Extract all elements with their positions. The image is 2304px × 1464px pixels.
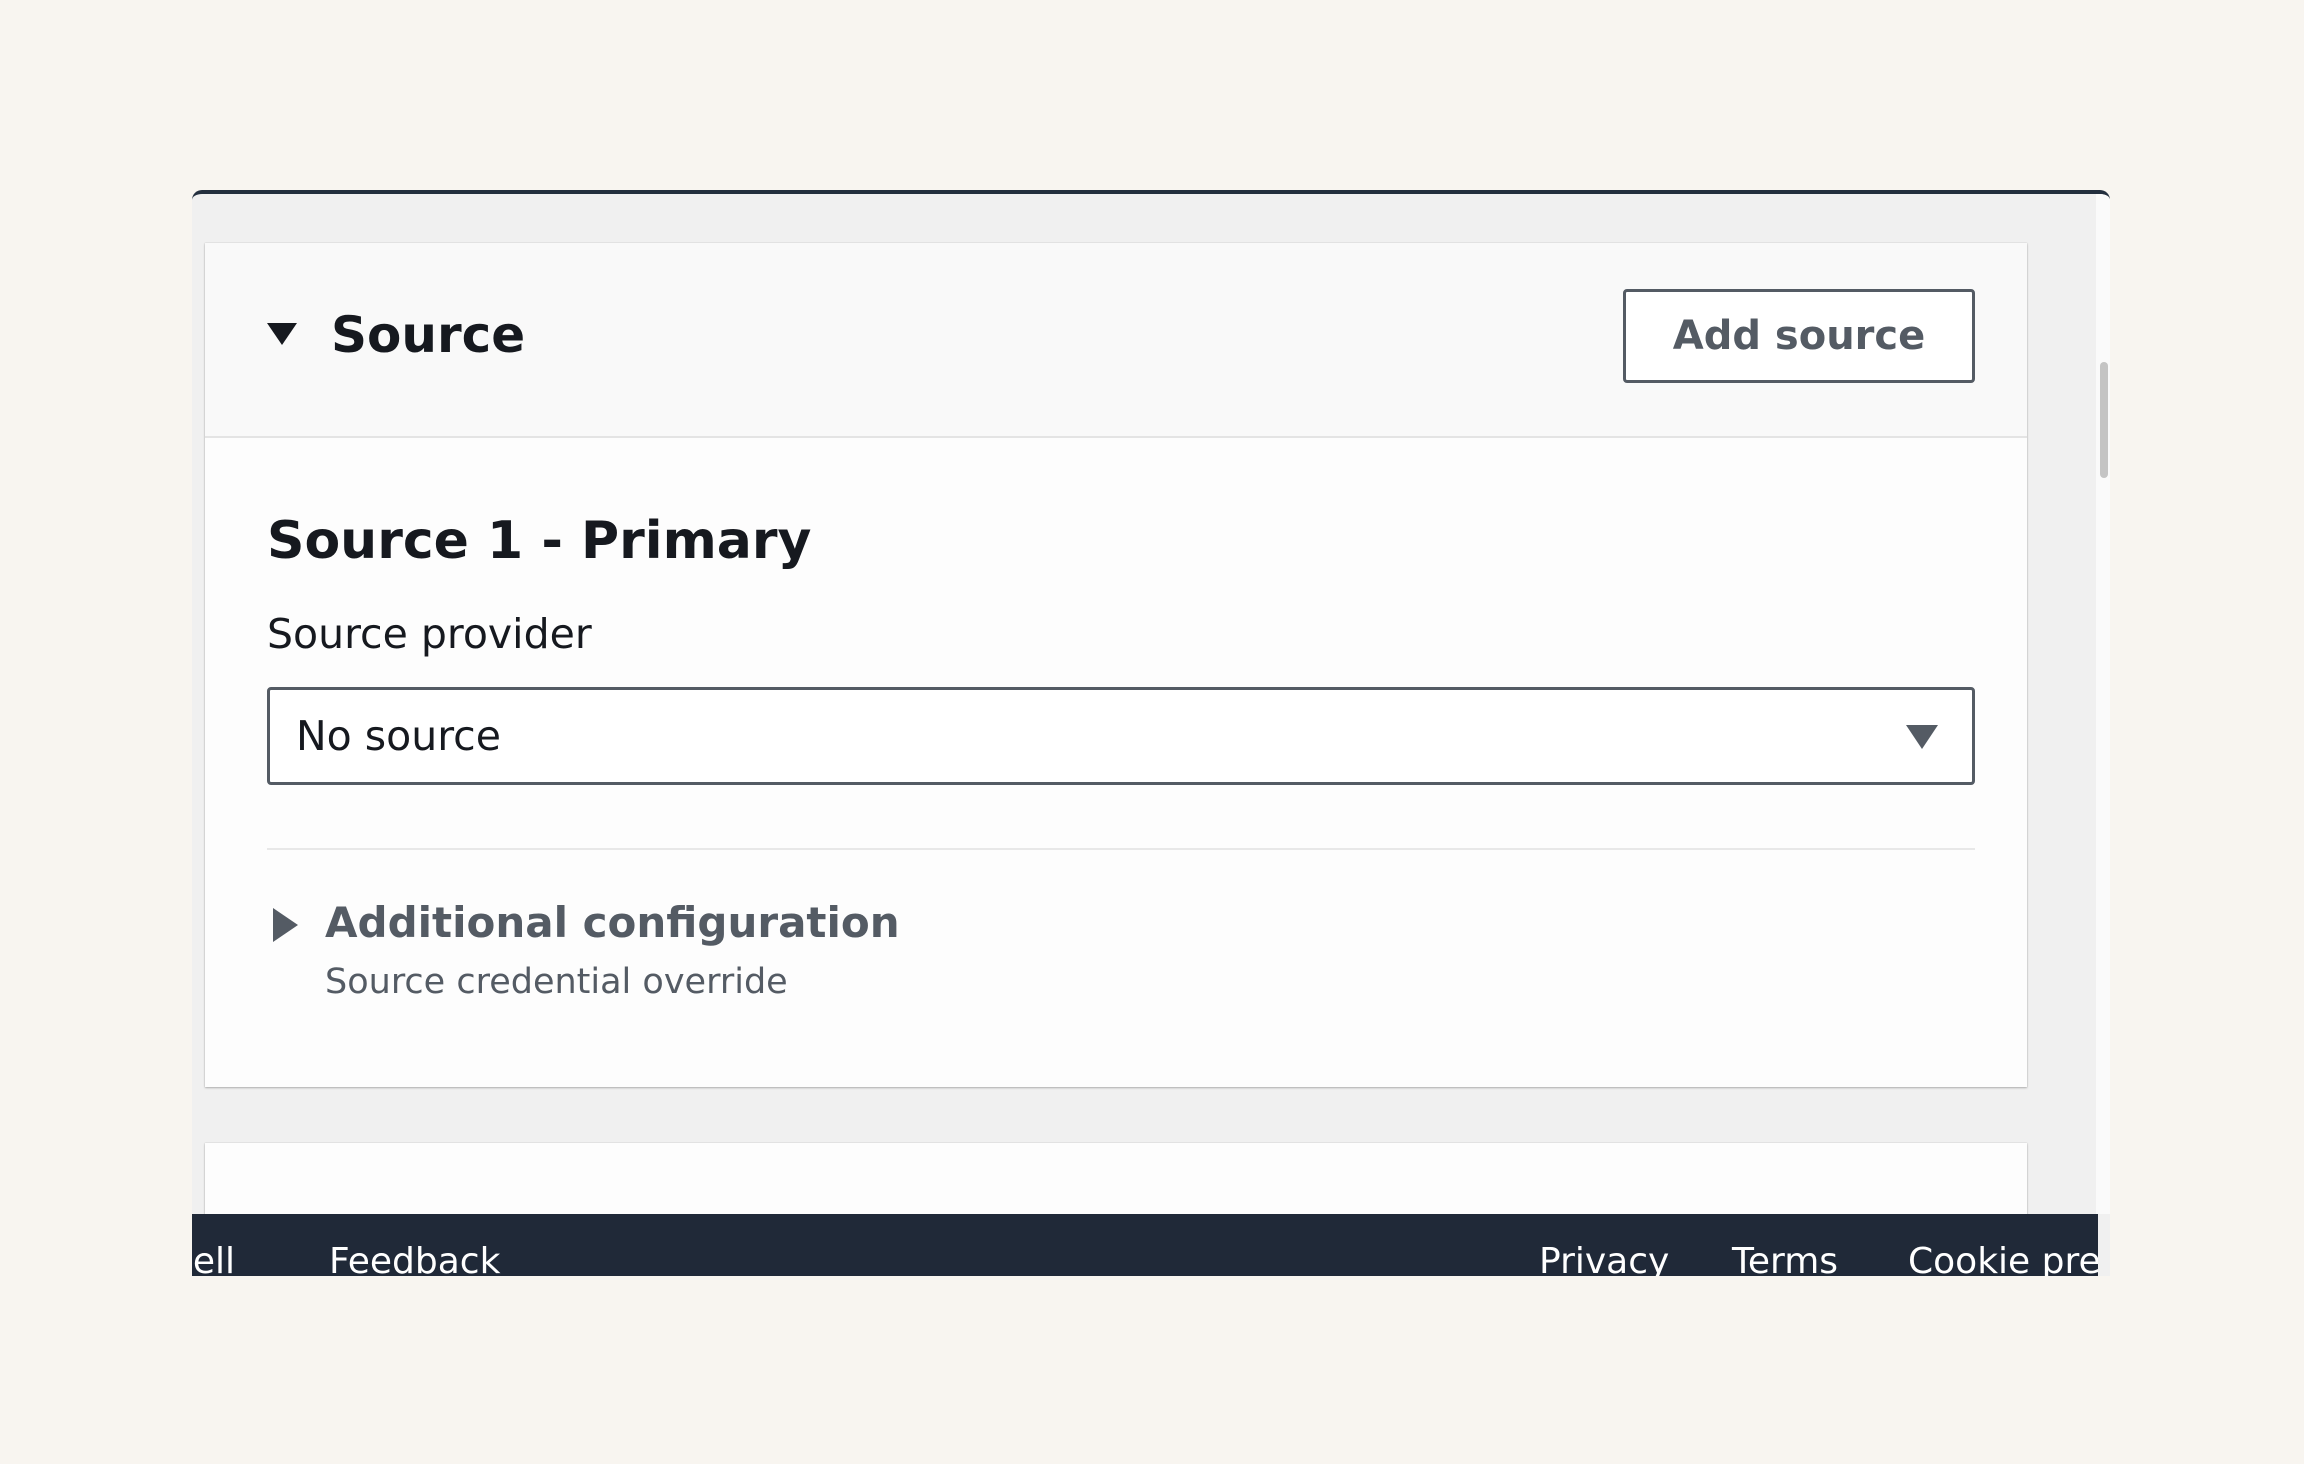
footer-link-privacy[interactable]: Privacy	[1539, 1240, 1669, 1276]
footer-link-terms[interactable]: Terms	[1732, 1240, 1838, 1276]
section-title[interactable]: Source	[331, 305, 525, 365]
console-window: Source Add source Source 1 - Primary Sou…	[192, 190, 2110, 1276]
additional-configuration-description: Source credential override	[325, 962, 788, 1002]
footer-bar: hell Feedback Privacy Terms Cookie pref	[192, 1214, 2098, 1276]
caret-down-icon[interactable]	[267, 323, 297, 345]
source-provider-value: No source	[296, 712, 501, 760]
source-panel: Source Add source Source 1 - Primary Sou…	[205, 243, 2027, 1087]
footer-link-cloudshell[interactable]: hell	[192, 1240, 235, 1276]
source-provider-select[interactable]: No source	[267, 687, 1975, 785]
source-provider-label: Source provider	[267, 610, 592, 658]
footer-link-feedback[interactable]: Feedback	[329, 1240, 500, 1276]
scrollbar-thumb[interactable]	[2100, 362, 2108, 478]
dropdown-caret-icon	[1906, 725, 1938, 749]
source-heading: Source 1 - Primary	[267, 511, 812, 571]
source-panel-header: Source Add source	[205, 243, 2027, 438]
add-source-button[interactable]: Add source	[1623, 289, 1975, 383]
caret-right-icon[interactable]	[273, 908, 298, 942]
scrollbar-track[interactable]	[2096, 194, 2110, 1214]
additional-configuration-toggle[interactable]: Additional configuration	[325, 897, 900, 949]
divider	[267, 848, 1975, 850]
footer-link-cookie-preferences[interactable]: Cookie pref	[1908, 1240, 2098, 1276]
